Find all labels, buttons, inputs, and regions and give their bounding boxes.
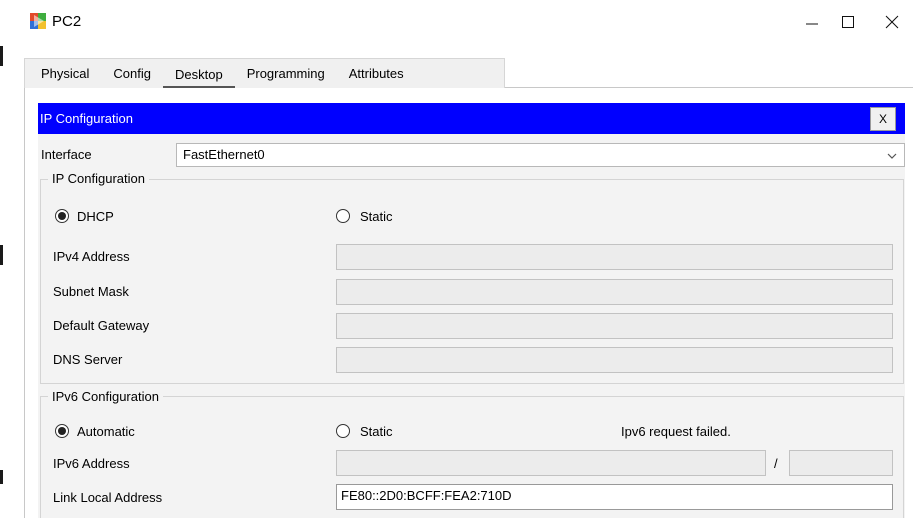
dhcp-label: DHCP: [77, 209, 114, 224]
static-ipv6-radio[interactable]: [336, 424, 350, 438]
edge-mark: [0, 470, 3, 484]
default-gateway-field[interactable]: [336, 313, 893, 339]
subnet-mask-label: Subnet Mask: [53, 284, 129, 299]
ipv4-address-field[interactable]: [336, 244, 893, 270]
ip-config-close-button[interactable]: X: [870, 107, 896, 131]
link-local-address-label: Link Local Address: [53, 490, 163, 505]
minimize-button[interactable]: [792, 6, 832, 38]
interface-label: Interface: [41, 147, 92, 162]
edge-mark: [0, 46, 3, 66]
ipv6-status-text: Ipv6 request failed.: [621, 424, 731, 439]
link-local-address-field[interactable]: FE80::2D0:BCFF:FEA2:710D: [336, 484, 893, 510]
tab-programming[interactable]: Programming: [235, 59, 337, 89]
dns-server-label: DNS Server: [53, 352, 123, 367]
ipv6-prefix-field[interactable]: [789, 450, 893, 476]
chevron-down-icon: [887, 153, 897, 159]
subnet-mask-field[interactable]: [336, 279, 893, 305]
tab-physical[interactable]: Physical: [25, 59, 101, 89]
title-bar: [0, 0, 921, 44]
static-ipv6-label: Static: [360, 424, 393, 439]
maximize-button[interactable]: [828, 6, 868, 38]
maximize-icon: [842, 16, 854, 28]
ipv6-address-label: IPv6 Address: [53, 456, 130, 471]
interface-select[interactable]: FastEthernet0: [176, 143, 905, 167]
dhcp-radio[interactable]: [55, 209, 69, 223]
pc-icon: [30, 13, 46, 29]
automatic-radio[interactable]: [55, 424, 69, 438]
edge-mark: [0, 245, 3, 265]
default-gateway-label: Default Gateway: [53, 318, 150, 333]
ipv6-group-title: IPv6 Configuration: [48, 389, 163, 404]
ip-config-header: [38, 103, 905, 134]
dns-server-field[interactable]: [336, 347, 893, 373]
tab-config[interactable]: Config: [101, 59, 163, 89]
ipv4-address-label: IPv4 Address: [53, 249, 130, 264]
ipv6-address-field[interactable]: [336, 450, 766, 476]
window-title: PC2: [52, 13, 82, 30]
prefix-separator: /: [774, 456, 778, 471]
automatic-label: Automatic: [77, 424, 135, 439]
tab-desktop[interactable]: Desktop: [163, 60, 235, 88]
close-button[interactable]: [872, 6, 912, 38]
static-ipv4-label: Static: [360, 209, 393, 224]
tab-attributes[interactable]: Attributes: [337, 59, 416, 89]
tab-bar: Physical Config Desktop Programming Attr…: [24, 58, 505, 88]
close-icon: [885, 15, 899, 29]
minimize-icon: [806, 23, 818, 25]
ip-config-title: IP Configuration: [40, 111, 133, 126]
ipv4-group-title: IP Configuration: [48, 171, 149, 186]
static-ipv4-radio[interactable]: [336, 209, 350, 223]
